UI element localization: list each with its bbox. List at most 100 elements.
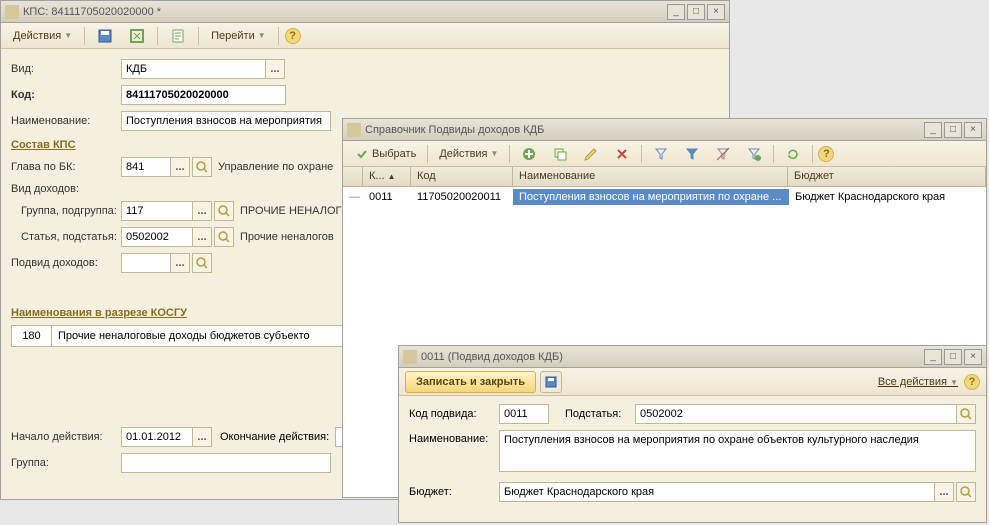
col-k[interactable]: К... ▲ [363,167,411,186]
kod-podvida-label: Код подвида: [409,408,499,420]
podstatya-search-button[interactable] [956,404,976,424]
sub-close-button[interactable]: × [964,349,982,365]
sub-content: Код подвида: Подстатья: Наименование: Бю… [399,396,986,516]
sub-titlebar: 0011 (Подвид доходов КДБ) _ □ × [399,346,986,368]
toolbar-report-icon[interactable] [164,26,192,46]
vid-ellipsis-button[interactable]: ... [265,59,285,79]
sub-help-icon[interactable]: ? [964,374,980,390]
budget-label: Бюджет: [409,486,499,498]
podvid-label: Подвид доходов: [11,257,121,269]
gruppa-search-button[interactable] [214,201,234,221]
gruppa-ellipsis-button[interactable]: ... [192,201,212,221]
statya-search-button[interactable] [214,227,234,247]
podvid-search-button[interactable] [192,253,212,273]
goto-menu[interactable]: Перейти▼ [205,26,272,46]
close-button[interactable]: × [707,4,725,20]
grid-header: К... ▲ Код Наименование Бюджет [343,167,986,187]
col-naim[interactable]: Наименование [513,167,788,186]
dir-toolbar: Выбрать Действия▼ ? [343,141,986,167]
filter4-icon[interactable] [740,144,768,164]
save-icon-button[interactable] [540,371,562,393]
dir-window-icon [347,123,361,137]
kod-podvida-input[interactable] [499,404,549,424]
filter1-icon[interactable] [647,144,675,164]
all-actions-link[interactable]: Все действия ▼ [878,376,958,388]
glava-search-button[interactable] [192,157,212,177]
select-label: Выбрать [372,148,416,160]
grid-row[interactable]: — 0011 11705020020011 Поступления взносо… [343,187,986,207]
glava-label: Глава по БК: [11,161,121,173]
dir-title: Справочник Подвиды доходов КДБ [365,124,924,136]
dir-maximize-button[interactable]: □ [944,122,962,138]
actions-label: Действия [13,30,61,42]
save-close-button[interactable]: Записать и закрыть [405,371,536,393]
copy-icon[interactable] [546,144,574,164]
podvid-ellipsis-button[interactable]: ... [170,253,190,273]
statya-desc: Прочие неналогов [240,231,334,243]
toolbar-save-icon[interactable] [91,26,119,46]
statya-label: Статья, подстатья: [11,231,121,243]
help-icon[interactable]: ? [285,28,301,44]
select-button[interactable]: Выбрать [349,144,422,164]
row-naim: Поступления взносов на мероприятия по ох… [513,189,789,205]
naim-input[interactable] [121,111,331,131]
toolbar-refresh-icon[interactable] [123,26,151,46]
statya-ellipsis-button[interactable]: ... [192,227,212,247]
dir-help-icon[interactable]: ? [818,146,834,162]
glava-desc: Управление по охране [218,161,333,173]
statya-input[interactable] [121,227,193,247]
dir-minimize-button[interactable]: _ [924,122,942,138]
col-marker[interactable] [343,167,363,186]
dir-actions-label: Действия [439,148,487,160]
main-title: КПС: 84111705020020000 * [23,6,667,18]
filter2-icon[interactable] [678,144,706,164]
vid-label: Вид: [11,63,121,75]
row-marker-icon: — [343,189,363,205]
nachalo-input[interactable] [121,427,193,447]
sub-window-icon [403,350,417,364]
nachalo-ellipsis-button[interactable]: ... [192,427,212,447]
sub-naim-label: Наименование: [409,430,499,445]
sub-naim-input[interactable] [499,430,976,472]
goto-label: Перейти [211,30,255,42]
glava-input[interactable] [121,157,171,177]
glava-ellipsis-button[interactable]: ... [170,157,190,177]
dir-titlebar: Справочник Подвиды доходов КДБ _ □ × [343,119,986,141]
maximize-button[interactable]: □ [687,4,705,20]
sub-maximize-button[interactable]: □ [944,349,962,365]
col-kod[interactable]: Код [411,167,513,186]
minimize-button[interactable]: _ [667,4,685,20]
podvid-input[interactable] [121,253,171,273]
group-label: Группа: [11,457,121,469]
row-kod: 11705020020011 [411,189,513,205]
row-budget: Бюджет Краснодарского края [789,189,986,205]
podstatya-input[interactable] [635,404,957,424]
refresh-icon[interactable] [779,144,807,164]
kod-label: Код: [11,89,121,101]
window-icon [5,5,19,19]
gruppa-label: Группа, подгруппа: [11,205,121,217]
dir-close-button[interactable]: × [964,122,982,138]
budget-ellipsis-button[interactable]: ... [934,482,954,502]
main-titlebar: КПС: 84111705020020000 * _ □ × [1,1,729,23]
gruppa-input[interactable] [121,201,193,221]
kod-input[interactable] [121,85,286,105]
sub-title: 0011 (Подвид доходов КДБ) [421,351,924,363]
podstatya-label: Подстатья: [565,408,635,420]
delete-icon[interactable] [608,144,636,164]
group-input[interactable] [121,453,331,473]
edit-icon[interactable] [577,144,605,164]
budget-search-button[interactable] [956,482,976,502]
naim-label: Наименование: [11,115,121,127]
nachalo-label: Начало действия: [11,431,121,443]
budget-input[interactable] [499,482,935,502]
vid-input[interactable] [121,59,266,79]
actions-menu[interactable]: Действия▼ [7,26,78,46]
dir-actions-menu[interactable]: Действия▼ [433,144,504,164]
sub-minimize-button[interactable]: _ [924,349,942,365]
okonch-label: Окончание действия: [220,431,329,443]
sub-toolbar: Записать и закрыть Все действия ▼ ? [399,368,986,396]
col-budget[interactable]: Бюджет [788,167,986,186]
filter3-icon[interactable] [709,144,737,164]
add-icon[interactable] [515,144,543,164]
